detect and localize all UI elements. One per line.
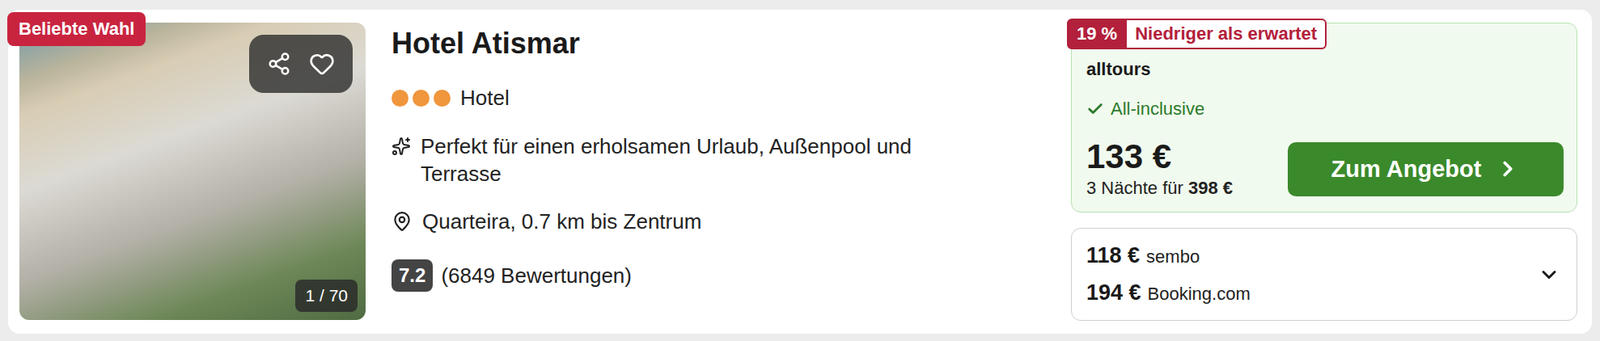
page: Beliebte Wahl1 / 70Hotel AtismarHotelPer… [0, 0, 1600, 341]
deal-provider: alltours [1086, 57, 1564, 82]
discount-label: Niedriger als erwartet [1126, 18, 1327, 50]
deal-total: 3 Nächte für 398 € [1086, 176, 1233, 201]
offer-provider: sembo [1146, 242, 1200, 272]
star-dot [433, 89, 451, 107]
popular-badge: Beliebte Wahl [7, 12, 146, 47]
other-offers[interactable]: 118 €sembo194 €Booking.com [1070, 228, 1578, 322]
hotel-title[interactable]: Hotel Atismar [391, 25, 1052, 62]
deal-feature: All-inclusive [1086, 97, 1564, 122]
star-dot [412, 89, 430, 107]
hotel-photo[interactable]: Beliebte Wahl1 / 70 [19, 22, 366, 321]
hotel-description: Perfekt für einen erholsamen Urlaub, Auß… [420, 132, 987, 188]
location-row: Quarteira, 0.7 km bis Zentrum [391, 207, 1052, 236]
offer-price: 194 € [1086, 278, 1142, 308]
rating-row: 7.2(6849 Bewertungen) [391, 259, 1052, 293]
offer-button[interactable]: Zum Angebot [1287, 142, 1564, 197]
chevron-down-icon [1537, 263, 1561, 287]
hotel-location: Quarteira, 0.7 km bis Zentrum [422, 207, 702, 236]
chevron-right-icon [1495, 156, 1520, 182]
discount-value: 19 % [1066, 18, 1127, 50]
star-dot [391, 89, 409, 107]
hotel-info: Hotel Atismar Hotel Perfekt für einen erho… [365, 22, 1071, 322]
share-button[interactable] [266, 51, 292, 77]
share-icon [266, 51, 292, 77]
price-row: 133 €3 Nächte für 398 € Zum Angebot [1086, 137, 1564, 201]
review-count: (6849 Bewertungen) [440, 262, 632, 290]
photo-counter: 1 / 70 [295, 279, 358, 313]
deal-price: 133 € [1086, 137, 1233, 177]
hotel-type: Hotel [460, 84, 510, 112]
offer-provider: Booking.com [1147, 279, 1251, 309]
rating-badge: 7.2 [391, 259, 433, 293]
offer-price: 118 € [1086, 241, 1140, 271]
photo-actions [249, 34, 353, 94]
star-rating [391, 84, 451, 112]
heart-icon [308, 50, 335, 77]
sparkle-icon [391, 136, 411, 157]
offer-row[interactable]: 118 €sembo [1086, 241, 1251, 272]
offer-row[interactable]: 194 €Booking.com [1086, 278, 1251, 309]
best-deal: 19 %Niedriger als erwartetalltoursAll-in… [1070, 22, 1578, 213]
location-pin-icon [391, 211, 413, 233]
price-block: 133 €3 Nächte für 398 € [1086, 137, 1233, 201]
discount-badge: 19 %Niedriger als erwartet [1066, 18, 1327, 50]
category-row: Hotel [391, 84, 1052, 112]
description-row: Perfekt für einen erholsamen Urlaub, Auß… [391, 132, 1052, 188]
price-panel: 19 %Niedriger als erwartetalltoursAll-in… [1070, 22, 1578, 322]
hotel-card[interactable]: Beliebte Wahl1 / 70Hotel AtismarHotelPer… [8, 9, 1592, 335]
favorite-button[interactable] [308, 50, 335, 77]
check-icon [1086, 100, 1105, 119]
offer-list: 118 €sembo194 €Booking.com [1086, 241, 1251, 309]
